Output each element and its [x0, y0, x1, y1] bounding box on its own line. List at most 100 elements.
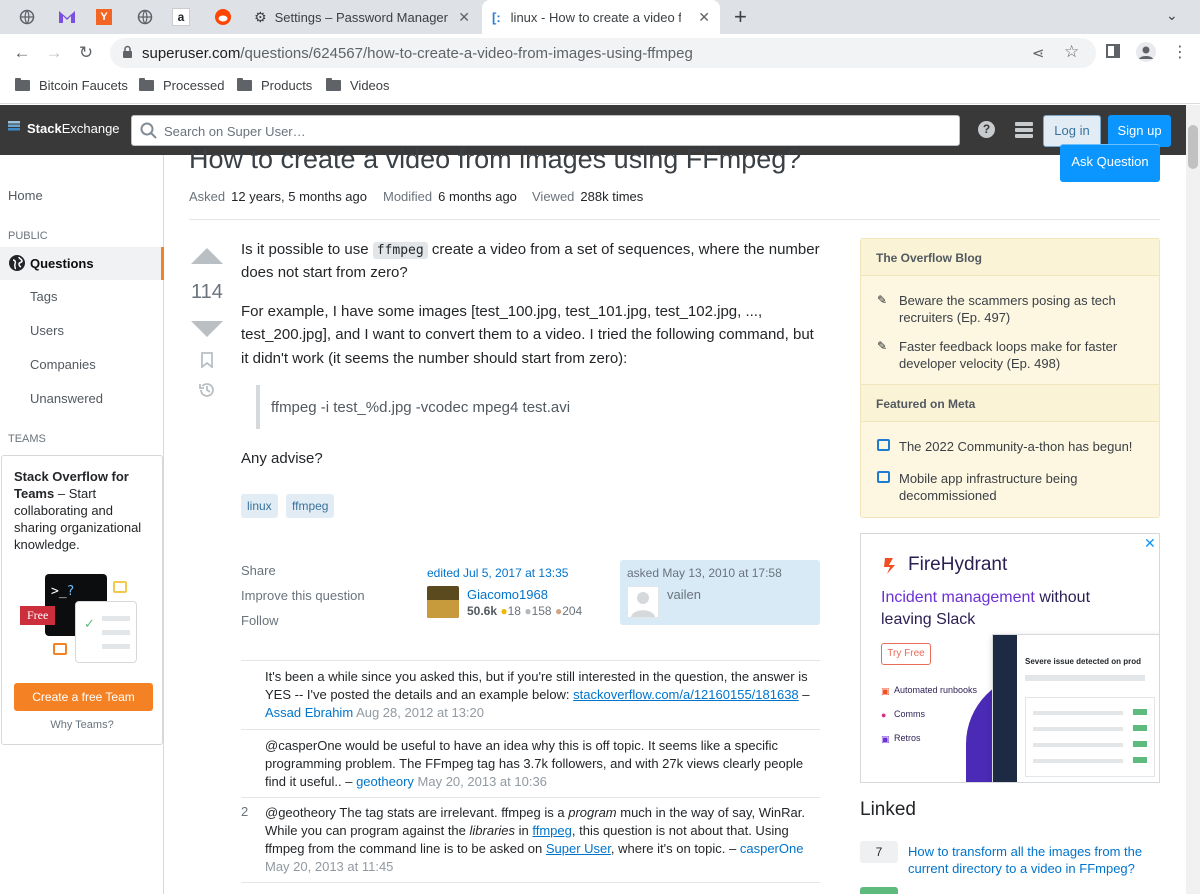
close-tab-icon[interactable]: ✕ [698, 9, 710, 26]
firehydrant-logo-icon [881, 554, 903, 579]
checklist-illustration-icon: ✓ [75, 601, 137, 663]
meta-item-link[interactable]: The 2022 Community-a-thon has begun! [899, 438, 1147, 455]
teams-promo-text: Stack Overflow for Teams – Start collabo… [14, 469, 142, 552]
free-badge: Free [20, 606, 56, 625]
back-arrow-icon[interactable]: ← [10, 42, 34, 64]
sidebar-toggle-icon[interactable] [1106, 44, 1120, 58]
linked-count-badge-accepted [860, 887, 898, 894]
stackexchange-logo[interactable]: Stack Exchange [8, 121, 120, 136]
tag-linux[interactable]: linux [241, 494, 278, 518]
reddit-icon[interactable] [212, 6, 234, 28]
ad-feature: Comms [894, 709, 925, 719]
bookmark-folder-videos[interactable]: Videos [326, 78, 390, 93]
bookmark-star-icon[interactable]: ☆ [1064, 42, 1079, 62]
close-tab-icon[interactable]: ✕ [458, 9, 470, 26]
new-tab-button[interactable]: + [734, 4, 747, 30]
nav-users[interactable]: Users [30, 323, 64, 338]
sign-up-button[interactable]: Sign up [1108, 115, 1171, 147]
folder-icon [237, 78, 252, 91]
firehydrant-ad[interactable]: ✕ FireHydrant Incident management withou… [860, 533, 1160, 783]
site-switcher-icon[interactable] [1015, 122, 1033, 143]
forward-arrow-icon[interactable]: → [42, 42, 66, 64]
kebab-menu-icon[interactable]: ⋮ [1172, 42, 1188, 62]
ad-headline: Incident management without leaving Slac… [881, 589, 1091, 628]
comment-divider [241, 729, 820, 730]
tag-ffmpeg[interactable]: ffmpeg [286, 494, 335, 518]
comment: It's been a while since you asked this, … [265, 669, 810, 720]
comments-divider [241, 660, 820, 661]
editor-name-link[interactable]: Giacomo1968 [467, 587, 548, 602]
meta-chat-icon [877, 471, 890, 483]
question-paragraph: For example, I have some images [test_10… [241, 303, 814, 367]
scrollbar-track[interactable] [1186, 105, 1200, 894]
comment-link[interactable]: Super User [546, 841, 611, 856]
search-icon [140, 122, 157, 142]
create-team-button[interactable]: Create a free Team [14, 683, 153, 711]
comment-link[interactable]: stackoverflow.com/a/12160155/181638 [573, 687, 799, 702]
comment-user-link[interactable]: casperOne [740, 841, 804, 856]
bookmark-icon[interactable] [201, 352, 213, 371]
improve-question-link[interactable]: Improve this question [241, 588, 365, 603]
profile-avatar-icon[interactable] [1136, 42, 1156, 62]
globe-icon[interactable] [134, 6, 156, 28]
gear-icon: ⚙ [254, 8, 267, 25]
retros-icon: ▣ [881, 734, 890, 744]
amazon-icon[interactable]: a [172, 8, 190, 26]
blog-item-link[interactable]: Beware the scammers posing as tech recru… [899, 292, 1147, 326]
meta-item-link[interactable]: Mobile app infrastructure being decommis… [899, 470, 1147, 504]
why-teams-link[interactable]: Why Teams? [2, 719, 162, 731]
nav-companies[interactable]: Companies [30, 357, 96, 372]
upvote-arrow-icon[interactable] [191, 248, 223, 264]
nav-unanswered[interactable]: Unanswered [30, 391, 103, 406]
comment-user-link[interactable]: geotheory [356, 774, 414, 789]
share-link[interactable]: Share [241, 563, 276, 578]
bookmark-folder-bitcoin[interactable]: Bitcoin Faucets [15, 78, 128, 93]
help-icon[interactable]: ? [978, 121, 995, 138]
bookmark-folder-products[interactable]: Products [237, 78, 312, 93]
linked-count-badge: 7 [860, 841, 898, 863]
ad-close-icon[interactable]: ✕ [1144, 535, 1156, 552]
blog-heading: The Overflow Blog [861, 238, 1159, 276]
tab-active-question[interactable]: [: linux - How to create a video fro ✕ [482, 0, 720, 34]
superuser-favicon-icon: [: [492, 9, 501, 25]
globe-icon[interactable] [16, 6, 38, 28]
nav-home[interactable]: Home [8, 188, 43, 203]
comment-link[interactable]: ffmpeg [532, 823, 572, 838]
editor-avatar[interactable] [427, 586, 459, 618]
mail-icon[interactable] [56, 6, 78, 28]
runbooks-icon: ▣ [881, 686, 890, 696]
comms-icon: ● [881, 710, 887, 720]
meta-chat-icon [877, 439, 890, 451]
asker-name-link[interactable]: vailen [667, 587, 701, 602]
bookmark-folder-processed[interactable]: Processed [139, 78, 224, 93]
comment-user-link[interactable]: Assad Ebrahim [265, 705, 353, 720]
lock-icon [122, 45, 133, 62]
y-combinator-icon[interactable]: Y [96, 9, 112, 25]
linked-heading: Linked [860, 799, 916, 820]
nav-tags[interactable]: Tags [30, 289, 57, 304]
history-icon[interactable] [198, 381, 216, 402]
address-bar[interactable]: superuser.com/questions/624567/how-to-cr… [110, 38, 1096, 68]
page-title[interactable]: How to create a video from images using … [189, 144, 801, 175]
blockquote-text: ffmpeg -i test_%d.jpg -vcodec mpeg4 test… [271, 399, 571, 416]
tab-password-manager[interactable]: ⚙ Settings – Password Manager ✕ [244, 0, 480, 34]
edited-timestamp-link[interactable]: edited Jul 5, 2017 at 13:35 [427, 566, 568, 580]
linked-question-link[interactable]: How to transform all the images from the… [908, 843, 1158, 877]
ad-screen-title: Severe issue detected on prod [1025, 657, 1142, 666]
nav-questions[interactable]: Questions [0, 247, 164, 280]
downvote-arrow-icon[interactable] [191, 321, 223, 337]
ad-try-free-button[interactable]: Try Free [881, 643, 931, 665]
scrollbar-thumb[interactable] [1188, 125, 1198, 169]
tab-search-chevron-icon[interactable]: ⌄ [1166, 7, 1178, 24]
log-in-button[interactable]: Log in [1043, 115, 1101, 147]
reload-icon[interactable]: ↻ [74, 42, 98, 64]
follow-link[interactable]: Follow [241, 613, 279, 628]
folder-icon [15, 78, 30, 91]
asker-avatar[interactable] [627, 586, 659, 618]
ask-question-button[interactable]: Ask Question [1060, 144, 1160, 182]
nav-public-heading: PUBLIC [8, 230, 48, 242]
blog-item-link[interactable]: Faster feedback loops make for faster de… [899, 338, 1147, 372]
share-icon[interactable]: ⋖ [1032, 44, 1045, 62]
search-input[interactable]: Search on Super User… [131, 115, 960, 146]
nav-teams-heading: TEAMS [8, 433, 46, 445]
